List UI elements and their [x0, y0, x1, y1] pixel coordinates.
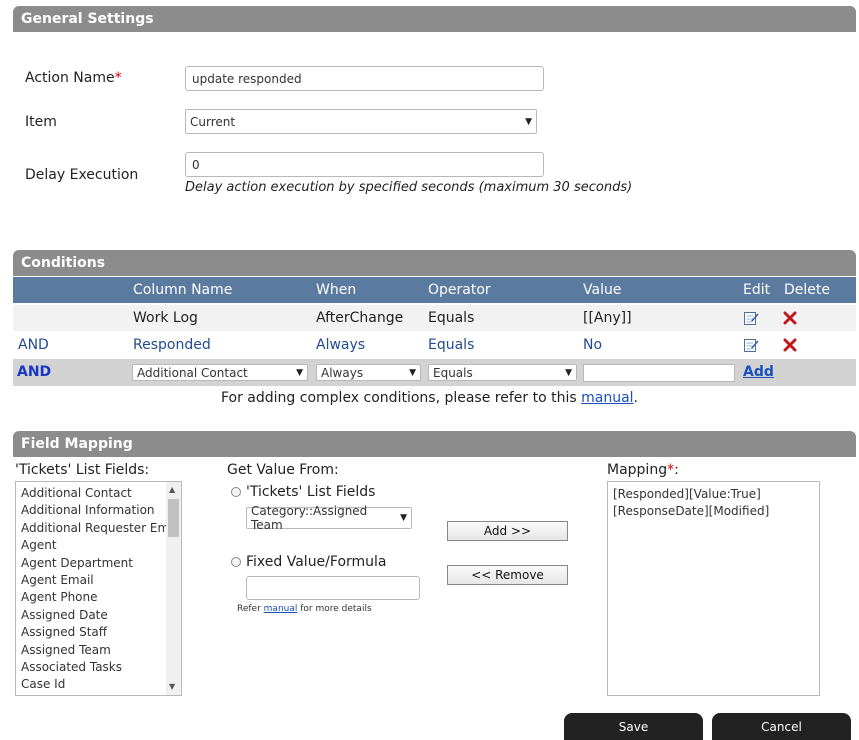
- new-row-join: AND: [17, 364, 52, 380]
- mapping-item[interactable]: [ResponseDate][Modified]: [608, 503, 819, 520]
- conditions-table-header: Column Name When Operator Value Edit Del…: [13, 277, 856, 303]
- edit-icon[interactable]: [743, 337, 759, 353]
- refer-manual-link[interactable]: manual: [264, 604, 298, 614]
- list-item[interactable]: Additional Requester Email: [16, 520, 181, 537]
- row-join: AND: [18, 337, 49, 353]
- list-items: Additional Contact Additional Informatio…: [16, 485, 181, 694]
- new-operator-select[interactable]: Equals ▼: [428, 364, 577, 381]
- row-operator: Equals: [428, 337, 475, 353]
- list-item[interactable]: Assigned Date: [16, 607, 166, 624]
- general-settings-header: General Settings: [13, 6, 856, 32]
- new-when-select[interactable]: Always ▼: [316, 364, 421, 381]
- row-value: [[Any]]: [583, 310, 632, 326]
- col-header-when: When: [316, 282, 357, 298]
- mapping-label: Mapping*:: [607, 462, 679, 478]
- dropdown-arrow-icon: ▼: [525, 116, 532, 127]
- fixed-value-input[interactable]: [246, 576, 420, 600]
- new-condition-row: AND Additional Contact ▼ Always ▼ Equals ▼ …: [13, 359, 856, 386]
- delay-hint: Delay action execution by specified seco…: [185, 180, 633, 195]
- list-fields-radio[interactable]: [231, 487, 241, 497]
- col-header-value: Value: [583, 282, 622, 298]
- scrollbar[interactable]: ▲ ▼: [166, 482, 181, 695]
- row-value: No: [583, 337, 603, 353]
- field-mapping-title: Field Mapping: [21, 436, 133, 452]
- delete-icon[interactable]: [783, 338, 797, 352]
- scroll-down-icon[interactable]: ▼: [169, 682, 175, 691]
- conditions-note: For adding complex conditions, please re…: [220, 390, 638, 406]
- dropdown-arrow-icon: ▼: [409, 367, 416, 378]
- list-item[interactable]: Assigned Team: [16, 642, 166, 659]
- col-header-edit: Edit: [743, 282, 771, 298]
- general-settings-title: General Settings: [21, 11, 154, 27]
- field-mapping-header: Field Mapping: [13, 431, 856, 457]
- row-column: Responded: [133, 337, 211, 353]
- delay-execution-input[interactable]: 0: [185, 152, 544, 177]
- edit-icon[interactable]: [743, 310, 759, 326]
- get-value-label: Get Value From:: [227, 462, 339, 478]
- list-item[interactable]: Agent Department: [16, 555, 166, 572]
- new-value-input[interactable]: [583, 364, 735, 382]
- mapping-listbox[interactable]: [Responded][Value:True] [ResponseDate][M…: [607, 481, 820, 696]
- conditions-title: Conditions: [21, 255, 106, 271]
- mapping-item[interactable]: [Responded][Value:True]: [608, 486, 819, 503]
- remove-mapping-button[interactable]: << Remove: [447, 565, 568, 585]
- fixed-value-radio-label: Fixed Value/Formula: [246, 554, 387, 570]
- row-operator: Equals: [428, 310, 475, 326]
- dropdown-arrow-icon: ▼: [400, 513, 407, 523]
- dropdown-arrow-icon: ▼: [565, 367, 572, 378]
- refer-note: Refer manual for more details: [237, 604, 372, 614]
- save-button[interactable]: Save: [564, 713, 703, 740]
- list-item[interactable]: Assigned Staff: [16, 624, 166, 641]
- row-column: Work Log: [133, 310, 198, 326]
- list-item[interactable]: Associated Tasks: [16, 659, 166, 676]
- scroll-up-icon[interactable]: ▲: [169, 485, 175, 494]
- table-row: Work Log AfterChange Equals [[Any]]: [13, 305, 856, 331]
- action-name-label: Action Name*: [25, 70, 122, 86]
- list-field-select[interactable]: Category::Assigned Team ▼: [246, 504, 412, 532]
- conditions-header: Conditions: [13, 250, 856, 276]
- list-fields-listbox[interactable]: Additional Contact Additional Informatio…: [15, 481, 182, 696]
- item-select[interactable]: Current ▼: [185, 109, 537, 134]
- table-row: AND Responded Always Equals No: [13, 332, 856, 358]
- list-item[interactable]: Agent Phone: [16, 589, 166, 606]
- list-fields-label: 'Tickets' List Fields:: [15, 462, 150, 478]
- action-name-input[interactable]: update responded: [185, 66, 544, 91]
- delay-execution-label: Delay Execution: [25, 167, 139, 183]
- list-item[interactable]: Additional Contact: [16, 485, 166, 502]
- dropdown-arrow-icon: ▼: [296, 367, 303, 378]
- list-item[interactable]: Case Id: [16, 676, 166, 693]
- manual-link[interactable]: manual: [581, 390, 633, 406]
- cancel-button[interactable]: Cancel: [712, 713, 851, 740]
- required-mark: *: [114, 70, 122, 86]
- add-condition-link[interactable]: Add: [743, 359, 774, 386]
- col-header-delete: Delete: [784, 282, 830, 298]
- list-item[interactable]: Agent Email: [16, 572, 166, 589]
- new-column-select[interactable]: Additional Contact ▼: [132, 364, 308, 381]
- add-mapping-button[interactable]: Add >>: [447, 521, 568, 541]
- delete-icon[interactable]: [783, 311, 797, 325]
- item-label: Item: [25, 114, 57, 130]
- col-header-operator: Operator: [428, 282, 491, 298]
- list-item[interactable]: Additional Information: [16, 502, 166, 519]
- row-when: Always: [316, 337, 366, 353]
- scrollbar-thumb[interactable]: [168, 499, 179, 537]
- list-item[interactable]: Agent: [16, 537, 166, 554]
- fixed-value-radio[interactable]: [231, 557, 241, 567]
- col-header-column-name: Column Name: [133, 282, 233, 298]
- list-fields-radio-label: 'Tickets' List Fields: [246, 484, 376, 500]
- row-when: AfterChange: [316, 310, 404, 326]
